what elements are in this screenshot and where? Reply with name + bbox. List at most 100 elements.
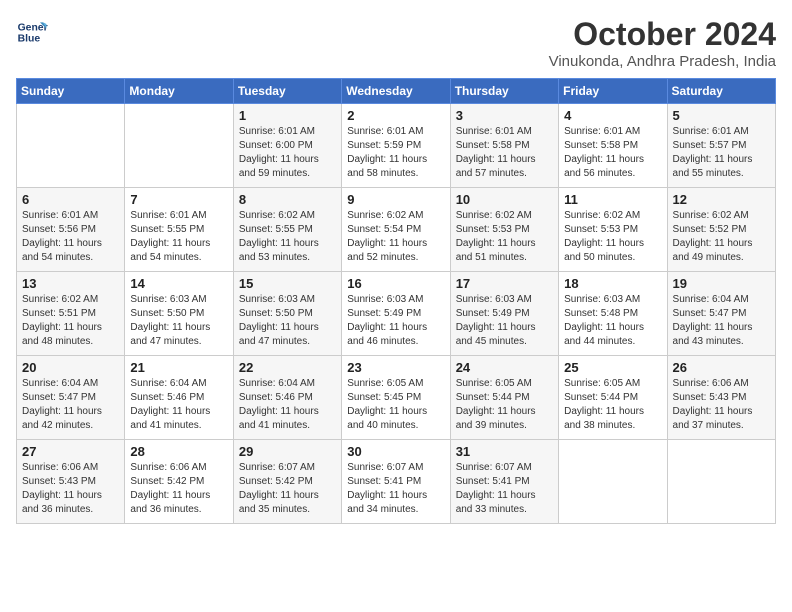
calendar-cell: 30Sunrise: 6:07 AM Sunset: 5:41 PM Dayli… [342,440,450,524]
weekday-header: Monday [125,79,233,104]
calendar-cell: 19 Sunrise: 6:04 AM Sunset: 5:47 PM Dayli… [667,272,775,356]
calendar-cell: 13Sunrise: 6:02 AM Sunset: 5:51 PM Dayli… [17,272,125,356]
calendar-cell [667,440,775,524]
weekday-header: Thursday [450,79,558,104]
day-info: Sunrise: 6:02 AM Sunset: 5:53 PM Dayligh… [564,209,661,265]
day-number: 1 [239,108,336,123]
calendar-cell: 17 Sunrise: 6:03 AM Sunset: 5:49 PM Dayli… [450,272,558,356]
day-number: 20 [22,360,119,375]
calendar-cell: 25 Sunrise: 6:05 AM Sunset: 5:44 PM Dayli… [559,356,667,440]
title-block: October 2024 Vinukonda, Andhra Pradesh, … [549,16,776,70]
day-info: Sunrise: 6:01 AM Sunset: 5:59 PM Dayligh… [347,125,444,181]
day-info: Sunrise: 6:07 AM Sunset: 5:41 PM Dayligh… [347,461,444,517]
day-number: 3 [456,108,553,123]
day-number: 18 [564,276,661,291]
calendar-cell: 15Sunrise: 6:03 AM Sunset: 5:50 PM Dayli… [233,272,341,356]
day-number: 5 [673,108,770,123]
day-info: Sunrise: 6:03 AM Sunset: 5:50 PM Dayligh… [130,293,227,349]
calendar-cell: 27 Sunrise: 6:06 AM Sunset: 5:43 PM Dayli… [17,440,125,524]
calendar-cell: 5 Sunrise: 6:01 AM Sunset: 5:57 PM Daylig… [667,104,775,188]
day-info: Sunrise: 6:05 AM Sunset: 5:45 PM Dayligh… [347,377,444,433]
calendar-cell: 29 Sunrise: 6:07 AM Sunset: 5:42 PM Dayli… [233,440,341,524]
calendar-cell: 14Sunrise: 6:03 AM Sunset: 5:50 PM Dayli… [125,272,233,356]
day-info: Sunrise: 6:06 AM Sunset: 5:43 PM Dayligh… [22,461,119,517]
day-number: 2 [347,108,444,123]
weekday-header: Wednesday [342,79,450,104]
calendar-cell: 26Sunrise: 6:06 AM Sunset: 5:43 PM Dayli… [667,356,775,440]
weekday-header: Tuesday [233,79,341,104]
calendar-cell: 2 Sunrise: 6:01 AM Sunset: 5:59 PM Daylig… [342,104,450,188]
day-info: Sunrise: 6:01 AM Sunset: 5:58 PM Dayligh… [456,125,553,181]
calendar-cell: 8 Sunrise: 6:02 AM Sunset: 5:55 PM Daylig… [233,188,341,272]
day-info: Sunrise: 6:05 AM Sunset: 5:44 PM Dayligh… [564,377,661,433]
day-info: Sunrise: 6:01 AM Sunset: 5:57 PM Dayligh… [673,125,770,181]
day-info: Sunrise: 6:02 AM Sunset: 5:51 PM Dayligh… [22,293,119,349]
day-info: Sunrise: 6:04 AM Sunset: 5:47 PM Dayligh… [22,377,119,433]
day-info: Sunrise: 6:03 AM Sunset: 5:49 PM Dayligh… [456,293,553,349]
day-info: Sunrise: 6:03 AM Sunset: 5:50 PM Dayligh… [239,293,336,349]
day-info: Sunrise: 6:02 AM Sunset: 5:52 PM Dayligh… [673,209,770,265]
location-title: Vinukonda, Andhra Pradesh, India [549,53,776,70]
day-number: 27 [22,444,119,459]
day-number: 24 [456,360,553,375]
day-number: 7 [130,192,227,207]
calendar-week-row: 13Sunrise: 6:02 AM Sunset: 5:51 PM Dayli… [17,272,776,356]
day-number: 6 [22,192,119,207]
calendar-cell [125,104,233,188]
month-title: October 2024 [549,16,776,53]
calendar-cell: 24Sunrise: 6:05 AM Sunset: 5:44 PM Dayli… [450,356,558,440]
calendar-cell: 12 Sunrise: 6:02 AM Sunset: 5:52 PM Dayli… [667,188,775,272]
day-info: Sunrise: 6:02 AM Sunset: 5:55 PM Dayligh… [239,209,336,265]
calendar-week-row: 6 Sunrise: 6:01 AM Sunset: 5:56 PM Daylig… [17,188,776,272]
calendar-cell [559,440,667,524]
calendar-cell: 16 Sunrise: 6:03 AM Sunset: 5:49 PM Dayli… [342,272,450,356]
day-info: Sunrise: 6:06 AM Sunset: 5:42 PM Dayligh… [130,461,227,517]
day-info: Sunrise: 6:02 AM Sunset: 5:53 PM Dayligh… [456,209,553,265]
day-number: 10 [456,192,553,207]
calendar-cell: 4 Sunrise: 6:01 AM Sunset: 5:58 PM Daylig… [559,104,667,188]
svg-text:Blue: Blue [18,34,41,45]
calendar-cell: 11 Sunrise: 6:02 AM Sunset: 5:53 PM Dayli… [559,188,667,272]
day-info: Sunrise: 6:07 AM Sunset: 5:41 PM Dayligh… [456,461,553,517]
calendar-cell: 18 Sunrise: 6:03 AM Sunset: 5:48 PM Dayli… [559,272,667,356]
day-number: 17 [456,276,553,291]
calendar-week-row: 20 Sunrise: 6:04 AM Sunset: 5:47 PM Dayli… [17,356,776,440]
page-header: General Blue October 2024 Vinukonda, And… [16,16,776,70]
day-info: Sunrise: 6:03 AM Sunset: 5:48 PM Dayligh… [564,293,661,349]
day-number: 16 [347,276,444,291]
weekday-header-row: SundayMondayTuesdayWednesdayThursdayFrid… [17,79,776,104]
day-number: 23 [347,360,444,375]
day-number: 29 [239,444,336,459]
calendar-cell: 10 Sunrise: 6:02 AM Sunset: 5:53 PM Dayli… [450,188,558,272]
logo-icon: General Blue [16,16,48,48]
day-number: 26 [673,360,770,375]
calendar-cell: 6 Sunrise: 6:01 AM Sunset: 5:56 PM Daylig… [17,188,125,272]
day-info: Sunrise: 6:01 AM Sunset: 5:58 PM Dayligh… [564,125,661,181]
day-info: Sunrise: 6:04 AM Sunset: 5:46 PM Dayligh… [239,377,336,433]
calendar-cell: 20 Sunrise: 6:04 AM Sunset: 5:47 PM Dayli… [17,356,125,440]
calendar-cell: 9Sunrise: 6:02 AM Sunset: 5:54 PM Daylig… [342,188,450,272]
day-number: 4 [564,108,661,123]
day-number: 22 [239,360,336,375]
day-info: Sunrise: 6:04 AM Sunset: 5:47 PM Dayligh… [673,293,770,349]
day-info: Sunrise: 6:03 AM Sunset: 5:49 PM Dayligh… [347,293,444,349]
day-number: 21 [130,360,227,375]
day-number: 12 [673,192,770,207]
day-number: 11 [564,192,661,207]
calendar-cell: 22 Sunrise: 6:04 AM Sunset: 5:46 PM Dayli… [233,356,341,440]
calendar-cell: 21 Sunrise: 6:04 AM Sunset: 5:46 PM Dayli… [125,356,233,440]
day-number: 25 [564,360,661,375]
day-info: Sunrise: 6:01 AM Sunset: 5:56 PM Dayligh… [22,209,119,265]
weekday-header: Saturday [667,79,775,104]
calendar-cell: 1Sunrise: 6:01 AM Sunset: 6:00 PM Daylig… [233,104,341,188]
day-number: 19 [673,276,770,291]
calendar-table: SundayMondayTuesdayWednesdayThursdayFrid… [16,78,776,524]
day-info: Sunrise: 6:04 AM Sunset: 5:46 PM Dayligh… [130,377,227,433]
day-info: Sunrise: 6:07 AM Sunset: 5:42 PM Dayligh… [239,461,336,517]
day-info: Sunrise: 6:01 AM Sunset: 5:55 PM Dayligh… [130,209,227,265]
calendar-cell [17,104,125,188]
calendar-cell: 28Sunrise: 6:06 AM Sunset: 5:42 PM Dayli… [125,440,233,524]
calendar-cell: 7 Sunrise: 6:01 AM Sunset: 5:55 PM Daylig… [125,188,233,272]
day-number: 8 [239,192,336,207]
weekday-header: Sunday [17,79,125,104]
